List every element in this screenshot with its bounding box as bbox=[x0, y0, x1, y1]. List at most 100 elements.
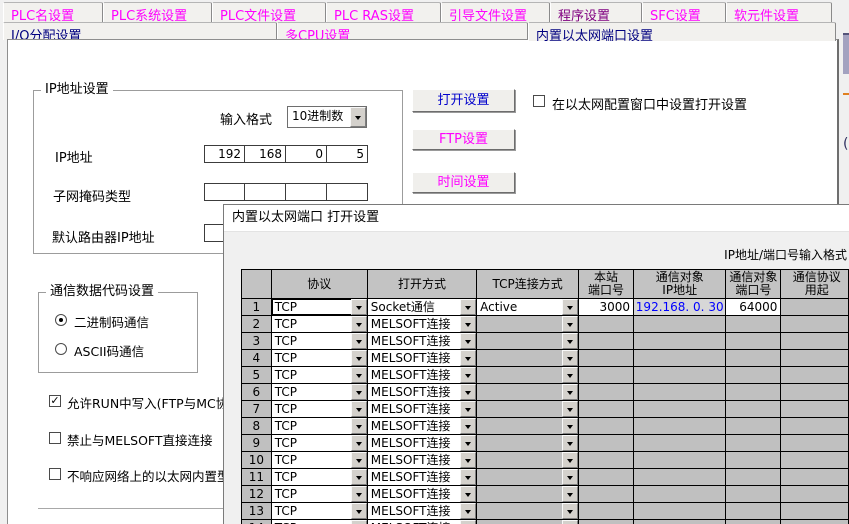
tcp-mode-dropdown[interactable] bbox=[477, 316, 579, 333]
chevron-down-icon[interactable] bbox=[460, 469, 476, 485]
tcp-mode-dropdown[interactable] bbox=[477, 401, 579, 418]
open-method-dropdown[interactable]: MELSOFT连接 bbox=[367, 367, 476, 384]
subnet-mask-octet-3[interactable] bbox=[286, 183, 327, 201]
subnet-mask-octet-2[interactable] bbox=[245, 183, 286, 201]
open-method-dropdown[interactable]: MELSOFT连接 bbox=[367, 452, 476, 469]
ip-address-octet-1[interactable]: 192 bbox=[204, 145, 245, 163]
protocol-dropdown[interactable]: TCP bbox=[271, 452, 367, 469]
chevron-down-icon[interactable] bbox=[562, 401, 578, 417]
subnet-mask-octet-1[interactable] bbox=[204, 183, 245, 201]
tcp-mode-dropdown[interactable] bbox=[477, 384, 579, 401]
open-method-dropdown[interactable]: MELSOFT连接 bbox=[367, 401, 476, 418]
chevron-down-icon[interactable] bbox=[351, 452, 367, 468]
chevron-down-icon[interactable] bbox=[460, 401, 476, 417]
open-method-dropdown[interactable]: MELSOFT连接 bbox=[367, 418, 476, 435]
tab-program[interactable]: 程序设置 bbox=[550, 2, 642, 22]
protocol-dropdown[interactable]: TCP bbox=[271, 299, 367, 316]
tab-plc-ras[interactable]: PLC RAS设置 bbox=[326, 2, 441, 22]
tcp-mode-dropdown[interactable] bbox=[477, 333, 579, 350]
chevron-down-icon[interactable] bbox=[351, 401, 367, 417]
chevron-down-icon[interactable] bbox=[562, 384, 578, 400]
chevron-down-icon[interactable] bbox=[351, 299, 367, 315]
tab-multi-cpu[interactable]: 多CPU设置 bbox=[277, 22, 528, 40]
chevron-down-icon[interactable] bbox=[562, 316, 578, 332]
subnet-mask-octet-4[interactable] bbox=[327, 183, 368, 201]
protocol-dropdown[interactable]: TCP bbox=[271, 435, 367, 452]
ftp-settings-button[interactable]: FTP设置 bbox=[412, 129, 515, 150]
open-method-dropdown[interactable]: Socket通信 bbox=[367, 299, 476, 316]
tcp-mode-dropdown[interactable]: Active bbox=[477, 299, 579, 316]
chevron-down-icon[interactable] bbox=[562, 333, 578, 349]
protocol-dropdown[interactable]: TCP bbox=[271, 486, 367, 503]
ethernet-config-checkbox[interactable] bbox=[533, 95, 545, 107]
no-response-checkbox[interactable] bbox=[49, 468, 61, 480]
tcp-mode-dropdown[interactable] bbox=[477, 435, 579, 452]
chevron-down-icon[interactable] bbox=[351, 333, 367, 349]
protocol-dropdown[interactable]: TCP bbox=[271, 469, 367, 486]
protocol-dropdown[interactable]: TCP bbox=[271, 350, 367, 367]
chevron-down-icon[interactable] bbox=[460, 350, 476, 366]
protocol-dropdown[interactable]: TCP bbox=[271, 316, 367, 333]
target-port-cell[interactable]: 64000 bbox=[726, 299, 781, 316]
chevron-down-icon[interactable] bbox=[460, 452, 476, 468]
chevron-down-icon[interactable] bbox=[351, 316, 367, 332]
open-settings-button[interactable]: 打开设置 bbox=[412, 89, 515, 112]
chevron-down-icon[interactable] bbox=[351, 435, 367, 451]
protocol-dropdown[interactable]: TCP bbox=[271, 503, 367, 520]
ip-address-octet-2[interactable]: 168 bbox=[245, 145, 286, 163]
chevron-down-icon[interactable] bbox=[460, 503, 476, 519]
tab-sfc[interactable]: SFC设置 bbox=[642, 2, 726, 22]
chevron-down-icon[interactable] bbox=[460, 435, 476, 451]
chevron-down-icon[interactable] bbox=[460, 299, 476, 315]
tcp-mode-dropdown[interactable] bbox=[477, 418, 579, 435]
tab-device[interactable]: 软元件设置 bbox=[726, 2, 832, 22]
melsoft-direct-disable-checkbox[interactable] bbox=[49, 432, 61, 444]
chevron-down-icon[interactable] bbox=[351, 469, 367, 485]
chevron-down-icon[interactable] bbox=[460, 367, 476, 383]
open-method-dropdown[interactable]: MELSOFT连接 bbox=[367, 333, 476, 350]
tab-io-assignment[interactable]: I/O分配设置 bbox=[3, 22, 277, 40]
time-settings-button[interactable]: 时间设置 bbox=[412, 172, 515, 193]
open-method-dropdown[interactable]: MELSOFT连接 bbox=[367, 384, 476, 401]
chevron-down-icon[interactable] bbox=[460, 418, 476, 434]
open-method-dropdown[interactable]: MELSOFT连接 bbox=[367, 350, 476, 367]
chevron-down-icon[interactable] bbox=[460, 384, 476, 400]
chevron-down-icon[interactable] bbox=[562, 367, 578, 383]
chevron-down-icon[interactable] bbox=[351, 520, 367, 524]
chevron-down-icon[interactable] bbox=[351, 367, 367, 383]
chevron-down-icon[interactable] bbox=[562, 350, 578, 366]
open-method-dropdown[interactable]: MELSOFT连接 bbox=[367, 316, 476, 333]
protocol-dropdown[interactable]: TCP bbox=[271, 520, 367, 524]
open-method-dropdown[interactable]: MELSOFT连接 bbox=[367, 469, 476, 486]
chevron-down-icon[interactable] bbox=[562, 418, 578, 434]
input-format-select[interactable]: 10进制数 bbox=[287, 106, 367, 128]
tcp-mode-dropdown[interactable] bbox=[477, 367, 579, 384]
protocol-dropdown[interactable]: TCP bbox=[271, 384, 367, 401]
tab-boot-file[interactable]: 引导文件设置 bbox=[441, 2, 550, 22]
chevron-down-icon[interactable] bbox=[350, 107, 366, 127]
chevron-down-icon[interactable] bbox=[351, 418, 367, 434]
protocol-dropdown[interactable]: TCP bbox=[271, 333, 367, 350]
chevron-down-icon[interactable] bbox=[460, 333, 476, 349]
radio-binary-code[interactable] bbox=[55, 314, 67, 326]
target-ip-cell[interactable]: 192.168. 0. 30 bbox=[634, 299, 726, 316]
chevron-down-icon[interactable] bbox=[562, 520, 578, 524]
chevron-down-icon[interactable] bbox=[351, 503, 367, 519]
chevron-down-icon[interactable] bbox=[351, 486, 367, 502]
tcp-mode-dropdown[interactable] bbox=[477, 503, 579, 520]
chevron-down-icon[interactable] bbox=[562, 435, 578, 451]
chevron-down-icon[interactable] bbox=[351, 384, 367, 400]
tab-plc-system[interactable]: PLC系统设置 bbox=[103, 2, 212, 22]
open-method-dropdown[interactable]: MELSOFT连接 bbox=[367, 435, 476, 452]
tab-builtin-ethernet-port[interactable]: 内置以太网端口设置 bbox=[528, 22, 836, 41]
open-method-dropdown[interactable]: MELSOFT连接 bbox=[367, 503, 476, 520]
protocol-dropdown[interactable]: TCP bbox=[271, 401, 367, 418]
open-method-dropdown[interactable]: MELSOFT连接 bbox=[367, 486, 476, 503]
tab-plc-name[interactable]: PLC名设置 bbox=[3, 2, 103, 22]
chevron-down-icon[interactable] bbox=[562, 469, 578, 485]
chevron-down-icon[interactable] bbox=[351, 350, 367, 366]
chevron-down-icon[interactable] bbox=[460, 520, 476, 524]
open-method-dropdown[interactable]: MELSOFT连接 bbox=[367, 520, 476, 524]
run-write-checkbox[interactable]: ✓ bbox=[49, 395, 61, 407]
tcp-mode-dropdown[interactable] bbox=[477, 520, 579, 524]
